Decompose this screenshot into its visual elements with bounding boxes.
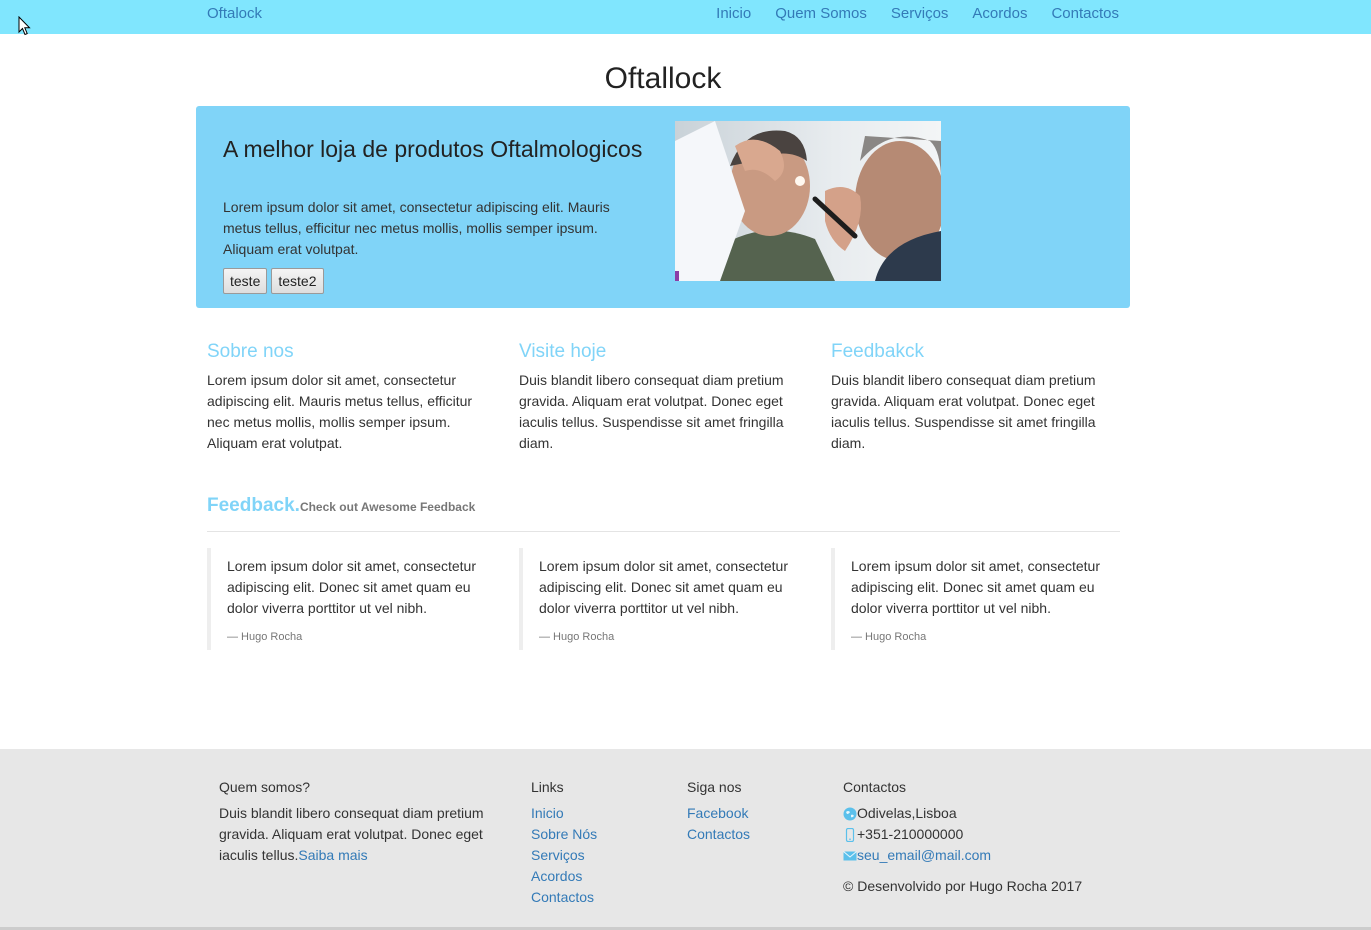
footer-social-title: Siga nos bbox=[687, 779, 742, 795]
column-text: Duis blandit libero consequat diam preti… bbox=[519, 372, 784, 451]
footer-contacts: Contactos Odivelas,Lisboa +351-210000000… bbox=[843, 779, 1133, 897]
teste2-button[interactable]: teste2 bbox=[271, 268, 324, 294]
contact-email: seu_email@mail.com bbox=[843, 845, 1133, 866]
quote-text: Lorem ipsum dolor sit amet, consectetur … bbox=[227, 558, 476, 616]
footer-link-inicio[interactable]: Inicio bbox=[531, 803, 671, 824]
site-title: Oftallock bbox=[604, 62, 722, 95]
jumbotron-buttons: teste teste2 bbox=[223, 268, 324, 294]
footer-contacts-title: Contactos bbox=[843, 779, 907, 795]
divider bbox=[207, 531, 1120, 532]
footer-links-title: Links bbox=[531, 779, 564, 795]
column-text: Duis blandit libero consequat diam preti… bbox=[831, 372, 1096, 451]
nav-item-contactos[interactable]: Contactos bbox=[1051, 5, 1119, 22]
column-sobre-nos: Sobre nos Lorem ipsum dolor sit amet, co… bbox=[207, 341, 497, 454]
footer-about: Quem somos? Duis blandit libero consequa… bbox=[219, 779, 499, 866]
feedback-quote: Lorem ipsum dolor sit amet, consectetur … bbox=[207, 548, 497, 650]
saiba-mais-link[interactable]: Saiba mais bbox=[298, 847, 367, 863]
quote-author: — Hugo Rocha bbox=[539, 631, 615, 643]
jumbotron-heading: A melhor loja de produtos Oftalmologicos bbox=[223, 136, 643, 162]
quote-text: Lorem ipsum dolor sit amet, consectetur … bbox=[851, 558, 1100, 616]
feedback-subtitle: Check out Awesome Feedback bbox=[299, 500, 476, 514]
navbar-menu: Inicio Quem Somos Serviços Acordos Conta… bbox=[716, 5, 1119, 22]
footer-link-servicos[interactable]: Serviços bbox=[531, 845, 671, 866]
teste-button[interactable]: teste bbox=[223, 268, 268, 294]
contact-phone: +351-210000000 bbox=[843, 824, 1133, 845]
footer-social: Siga nos Facebook Contactos bbox=[687, 779, 827, 845]
footer-links: Links Inicio Sobre Nós Serviços Acordos … bbox=[531, 779, 671, 908]
copyright: © Desenvolvido por Hugo Rocha 2017 bbox=[843, 878, 1083, 894]
eye-exam-image bbox=[675, 121, 941, 281]
phone-icon bbox=[845, 827, 855, 842]
contact-location: Odivelas,Lisboa bbox=[843, 803, 1133, 824]
footer: Quem somos? Duis blandit libero consequa… bbox=[0, 749, 1371, 930]
envelope-icon bbox=[843, 850, 857, 860]
column-text: Lorem ipsum dolor sit amet, consectetur … bbox=[207, 372, 473, 451]
feedback-heading: Feedback.Check out Awesome Feedback bbox=[207, 495, 475, 517]
navbar-brand[interactable]: Oftalock bbox=[207, 5, 262, 22]
footer-about-title: Quem somos? bbox=[219, 779, 311, 795]
column-feedback: Feedbakck Duis blandit libero consequat … bbox=[831, 341, 1121, 454]
jumbotron-text: Lorem ipsum dolor sit amet, consectetur … bbox=[223, 199, 610, 257]
feedback-title: Feedback. bbox=[207, 495, 300, 516]
feedback-quote: Lorem ipsum dolor sit amet, consectetur … bbox=[831, 548, 1121, 650]
jumbotron: A melhor loja de produtos Oftalmologicos… bbox=[196, 106, 1130, 308]
quote-text: Lorem ipsum dolor sit amet, consectetur … bbox=[539, 558, 788, 616]
contact-email-link[interactable]: seu_email@mail.com bbox=[857, 845, 991, 866]
footer-link-contactos[interactable]: Contactos bbox=[531, 887, 671, 908]
footer-link-facebook[interactable]: Facebook bbox=[687, 803, 827, 824]
quote-author: — Hugo Rocha bbox=[851, 631, 927, 643]
globe-icon bbox=[843, 807, 857, 820]
contact-phone-text: +351-210000000 bbox=[857, 826, 964, 842]
footer-link-sobre-nos[interactable]: Sobre Nós bbox=[531, 824, 671, 845]
nav-item-quem-somos[interactable]: Quem Somos bbox=[775, 5, 867, 22]
feedback-quote: Lorem ipsum dolor sit amet, consectetur … bbox=[519, 548, 809, 650]
nav-item-servicos[interactable]: Serviços bbox=[891, 5, 949, 22]
quote-author: — Hugo Rocha bbox=[227, 631, 303, 643]
footer-link-acordos[interactable]: Acordos bbox=[531, 866, 671, 887]
column-title: Visite hoje bbox=[519, 341, 607, 362]
nav-item-acordos[interactable]: Acordos bbox=[972, 5, 1027, 22]
mouse-cursor-icon bbox=[18, 16, 31, 36]
column-title: Sobre nos bbox=[207, 341, 294, 362]
footer-about-text: Duis blandit libero consequat diam preti… bbox=[219, 803, 499, 866]
contact-location-text: Odivelas,Lisboa bbox=[857, 805, 957, 821]
column-title: Feedbakck bbox=[831, 341, 924, 362]
footer-link-contactos-social[interactable]: Contactos bbox=[687, 824, 827, 845]
navbar: Oftalock Inicio Quem Somos Serviços Acor… bbox=[0, 0, 1371, 34]
nav-item-inicio[interactable]: Inicio bbox=[716, 5, 751, 22]
column-visite-hoje: Visite hoje Duis blandit libero consequa… bbox=[519, 341, 809, 454]
